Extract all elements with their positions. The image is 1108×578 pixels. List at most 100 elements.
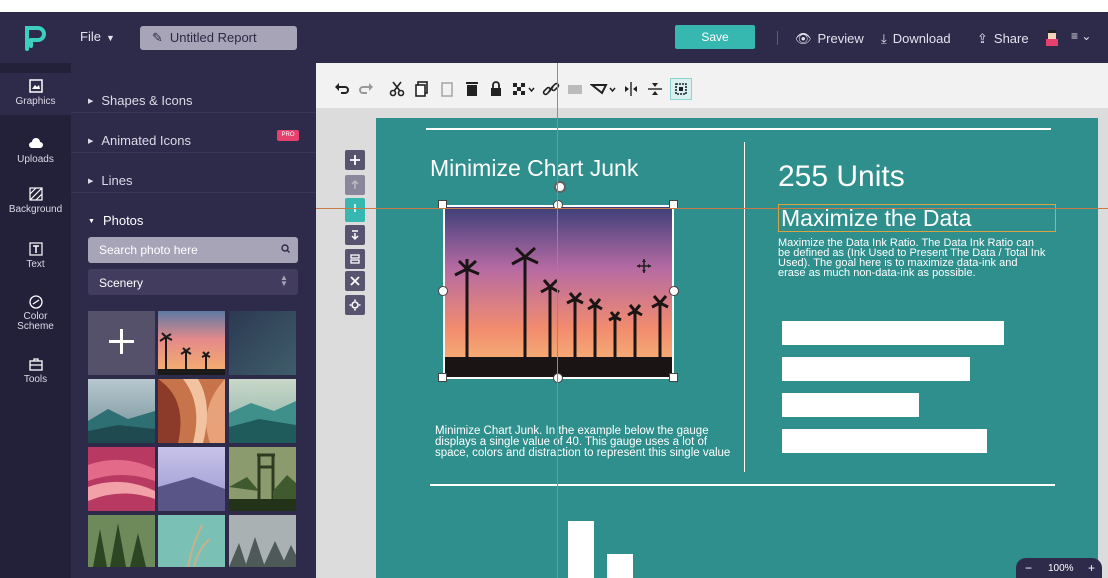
search-icon[interactable] [281, 244, 290, 253]
zoom-in-button[interactable]: + [1088, 561, 1095, 575]
bar-shape-2[interactable] [782, 357, 970, 381]
photo-thumb-misty-forest[interactable] [229, 515, 296, 567]
bottom-divider-line[interactable] [430, 484, 1055, 486]
category-select[interactable]: Scenery [88, 269, 298, 295]
add-element-button[interactable] [345, 150, 365, 170]
undo-icon [335, 83, 349, 94]
section-shapes-icons[interactable]: ▶ Shapes & Icons [71, 73, 316, 113]
center-divider-line[interactable] [744, 142, 745, 472]
zoom-out-button[interactable]: − [1025, 561, 1032, 575]
copy-icon [415, 81, 428, 97]
resize-handle-left[interactable] [438, 286, 448, 296]
lock-button[interactable] [487, 80, 505, 98]
eye-icon: 👁 [795, 31, 812, 46]
pattern-icon [28, 187, 43, 201]
flip-vertical-icon [648, 83, 662, 95]
rail-item-label: Tools [23, 374, 48, 385]
save-button[interactable]: Save [675, 25, 755, 49]
layers-button[interactable] [345, 249, 365, 269]
photo-thumb-grass[interactable] [158, 515, 225, 567]
download-button[interactable]: ⤓ Download [881, 31, 951, 47]
pencil-icon: ✎ [152, 30, 163, 45]
transparency-dropdown[interactable] [511, 80, 537, 98]
photo-thumb-lavender-hills[interactable] [158, 447, 225, 511]
move-down-button[interactable] [345, 225, 365, 245]
delete-button[interactable] [463, 80, 481, 98]
resize-handle-bottom[interactable] [553, 373, 563, 383]
account-menu[interactable]: ≡ ⌄ [1071, 29, 1091, 43]
selected-photo[interactable] [443, 205, 674, 379]
resize-handle-bottom-left[interactable] [438, 373, 447, 382]
align-button[interactable] [670, 78, 692, 100]
toolbox-icon [28, 358, 43, 371]
shape-dropdown[interactable] [589, 80, 618, 98]
section-lines[interactable]: ▶ Lines [71, 153, 316, 193]
photo-thumb-mountains-teal[interactable] [88, 379, 155, 443]
download-icon: ⤓ [881, 31, 887, 46]
scissors-icon [389, 81, 405, 97]
flip-vertical-button[interactable] [646, 80, 664, 98]
bar-shape-4[interactable] [782, 429, 987, 453]
chevron-right-icon: ▶ [88, 98, 94, 105]
paste-button[interactable] [438, 80, 456, 98]
undo-button[interactable] [333, 80, 351, 98]
move-up-button[interactable] [345, 175, 365, 195]
avatar[interactable] [1045, 30, 1059, 46]
photo-thumb-pink-waves[interactable] [88, 447, 155, 511]
redo-button[interactable] [357, 80, 375, 98]
add-photo-button[interactable] [88, 311, 155, 375]
resize-handle-right[interactable] [669, 286, 679, 296]
rail-item-text[interactable]: Text [0, 242, 71, 270]
section-photos[interactable]: ▼ Photos [71, 193, 316, 233]
rail-item-label: Background [8, 204, 63, 215]
app-window: File ▼ ✎ Untitled Report Save 👁 Preview ⤓ Do… [0, 0, 1108, 578]
column-shape-1[interactable] [568, 521, 594, 578]
copy-button[interactable] [413, 80, 431, 98]
rail-item-graphics[interactable]: Graphics [0, 73, 71, 115]
slide-canvas[interactable]: Minimize Chart Junk Minimize Chart Junk.… [376, 118, 1098, 578]
photo-thumb-bridge[interactable] [229, 447, 296, 511]
flip-horizontal-button[interactable] [622, 80, 640, 98]
rail-item-tools[interactable]: Tools [0, 357, 71, 385]
zoom-control: − 100% + [1016, 558, 1102, 578]
share-icon: ⇪ [977, 31, 988, 46]
page-settings-button[interactable] [345, 295, 365, 315]
delete-page-button[interactable] [345, 271, 365, 291]
rotate-handle[interactable] [554, 181, 566, 193]
photo-thumb-dusk[interactable] [229, 311, 296, 375]
photo-thumb-teal-hills[interactable] [229, 379, 296, 443]
top-divider-line[interactable] [426, 128, 1051, 130]
photo-thumb-canyon[interactable] [158, 379, 225, 443]
column-shape-2[interactable] [607, 554, 633, 578]
right-body-text[interactable]: Maximize the Data Ink Ratio. The Data In… [778, 238, 1046, 279]
left-body-text[interactable]: Minimize Chart Junk. In the example belo… [435, 425, 735, 459]
bar-shape-3[interactable] [782, 393, 919, 417]
rail-item-color-scheme[interactable]: Color Scheme [0, 295, 71, 332]
stat-heading[interactable]: 255 Units [778, 160, 905, 194]
preview-label: Preview [817, 31, 864, 46]
app-logo-icon[interactable] [22, 24, 48, 52]
flip-horizontal-icon [625, 82, 637, 96]
canvas-area: Minimize Chart Junk Minimize Chart Junk.… [316, 108, 1108, 578]
slide-title[interactable]: Minimize Chart Junk [430, 155, 638, 182]
gear-icon [349, 299, 361, 311]
file-menu[interactable]: File ▼ [80, 29, 115, 44]
text-icon [28, 242, 43, 256]
resize-handle-bottom-right[interactable] [669, 373, 678, 382]
cloud-upload-icon [28, 138, 43, 148]
frame-button[interactable] [566, 80, 584, 98]
photo-thumb-forest[interactable] [88, 515, 155, 567]
preview-button[interactable]: 👁 Preview [795, 31, 864, 47]
rail-item-uploads[interactable]: Uploads [0, 137, 71, 165]
cut-button[interactable] [388, 80, 406, 98]
report-title-field[interactable]: ✎ Untitled Report [140, 26, 297, 50]
bar-shape-1[interactable] [782, 321, 1004, 345]
download-label: Download [892, 31, 951, 46]
photo-thumb-palms[interactable] [158, 311, 225, 375]
rail-item-background[interactable]: Background [0, 187, 71, 215]
share-button[interactable]: ⇪ Share [977, 31, 1029, 47]
page-indicator[interactable] [345, 198, 365, 222]
chevron-down-icon: ▼ [105, 33, 115, 43]
photo-search-input[interactable]: Search photo here [88, 237, 298, 263]
arrow-down-icon [351, 230, 359, 241]
